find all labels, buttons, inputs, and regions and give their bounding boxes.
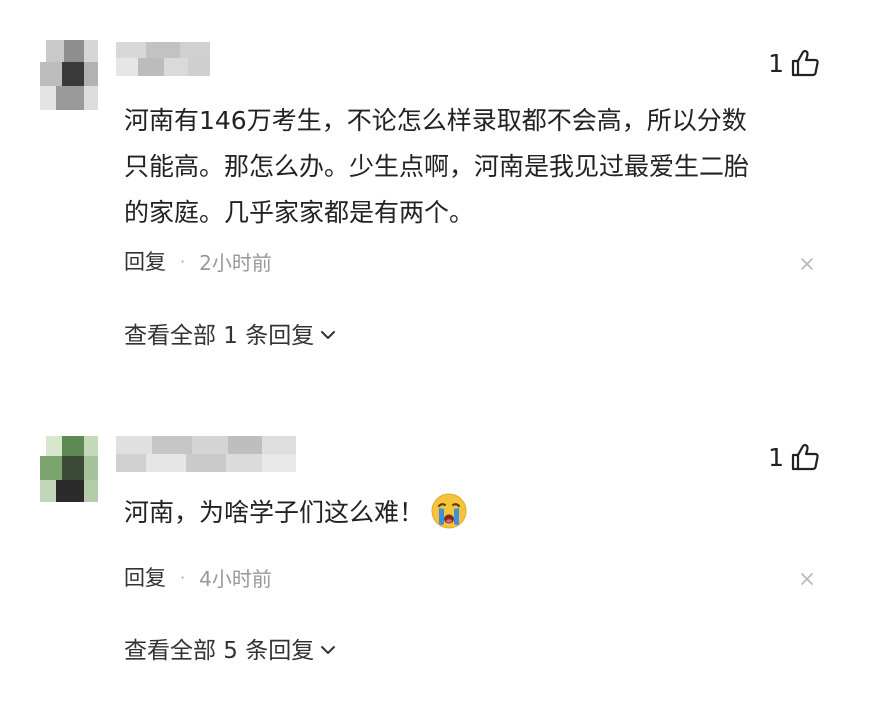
- reply-button[interactable]: 回复: [124, 246, 166, 276]
- thumb-up-icon[interactable]: [790, 442, 820, 472]
- like-count: 1: [768, 48, 784, 78]
- timestamp: 4小时前: [199, 566, 272, 591]
- timestamp: 2小时前: [199, 250, 272, 275]
- comment-meta: 回复 · 2小时前: [124, 246, 272, 276]
- comment-text: 河南，为啥学子们这么难！: [124, 490, 844, 536]
- like-button[interactable]: 1: [768, 48, 820, 78]
- comment-text: 河南有146万考生，不论怎么样录取都不会高，所以分数 只能高。那怎么办。少生点啊…: [124, 98, 844, 236]
- avatar[interactable]: [40, 436, 98, 502]
- close-icon[interactable]: [800, 256, 814, 275]
- thumb-up-icon[interactable]: [790, 48, 820, 78]
- comment-meta: 回复 · 4小时前: [124, 562, 272, 592]
- view-all-replies-button[interactable]: 查看全部 5 条回复: [124, 631, 336, 665]
- close-icon[interactable]: [800, 571, 814, 590]
- view-all-replies-button[interactable]: 查看全部 1 条回复: [124, 316, 336, 350]
- comment-text-line: 河南，为啥学子们这么难！: [124, 498, 425, 527]
- username-blurred[interactable]: [116, 436, 296, 472]
- view-all-replies-label: 查看全部 1 条回复: [124, 323, 315, 349]
- chevron-down-icon: [320, 635, 336, 661]
- comment-text-line: 河南有146万考生，不论怎么样录取都不会高，所以分数: [124, 106, 747, 135]
- reply-button[interactable]: 回复: [124, 562, 166, 592]
- separator-dot: ·: [180, 251, 186, 271]
- comment-text-line: 只能高。那怎么办。少生点啊，河南是我见过最爱生二胎: [124, 152, 750, 181]
- view-all-replies-label: 查看全部 5 条回复: [124, 638, 315, 664]
- comment-text-line: 的家庭。几乎家家都是有两个。: [124, 198, 475, 227]
- like-count: 1: [768, 442, 784, 472]
- crying-face-icon: [430, 492, 468, 530]
- avatar[interactable]: [40, 40, 98, 110]
- username-blurred[interactable]: [116, 42, 210, 76]
- separator-dot: ·: [180, 567, 186, 587]
- like-button[interactable]: 1: [768, 442, 820, 472]
- chevron-down-icon: [320, 320, 336, 346]
